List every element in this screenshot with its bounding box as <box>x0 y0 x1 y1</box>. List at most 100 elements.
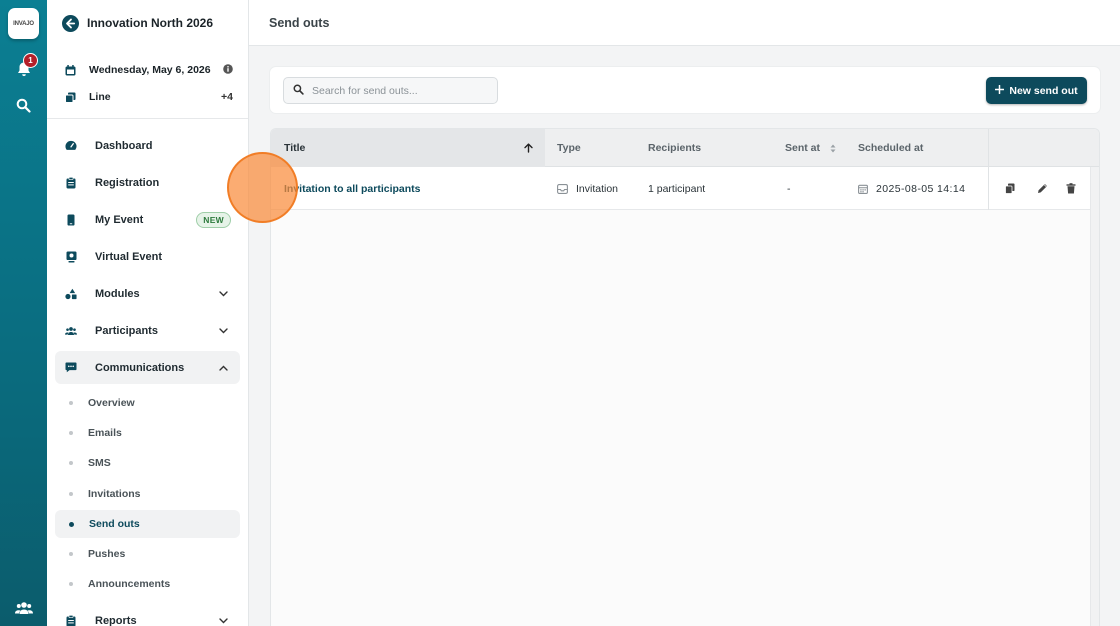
inbox-icon <box>557 183 568 194</box>
line-label: Line <box>89 91 111 103</box>
table-row[interactable]: Invitation to all participants Invitatio… <box>271 167 1099 210</box>
bullet <box>69 431 73 435</box>
event-header: Innovation North 2026 <box>62 13 213 33</box>
bullet <box>69 492 73 496</box>
copy-icon[interactable] <box>1003 181 1017 195</box>
column-label: Title <box>284 142 306 154</box>
nav-label: Dashboard <box>95 139 153 152</box>
search-box[interactable] <box>283 77 498 104</box>
subnav-label: Overview <box>88 397 135 409</box>
page-title: Send outs <box>269 16 330 30</box>
nav-item-communications[interactable]: Communications <box>55 351 240 384</box>
users-icon[interactable] <box>14 598 33 617</box>
column-header-scheduled-at[interactable]: Scheduled at <box>858 129 923 167</box>
chevron-down-icon <box>218 289 228 299</box>
nav-label: Modules <box>95 287 140 300</box>
sent-at-value: - <box>787 182 791 195</box>
subnav-item-overview[interactable]: Overview <box>55 389 240 417</box>
pencil-icon[interactable] <box>1035 181 1049 195</box>
cell-type: Invitation <box>557 167 618 210</box>
nav-label: Virtual Event <box>95 250 163 263</box>
subnav-item-pushes[interactable]: Pushes <box>55 540 240 568</box>
search-input[interactable] <box>312 84 482 97</box>
sidebar: Innovation North 2026 Wednesday, May 6, … <box>47 0 249 626</box>
chevron-up-icon <box>218 363 228 373</box>
divider <box>47 118 248 119</box>
event-title: Innovation North 2026 <box>87 16 214 30</box>
toolbar-card: New send out <box>270 67 1100 113</box>
arrow-up-icon[interactable] <box>524 143 533 153</box>
subnav-item-sms[interactable]: SMS <box>55 449 240 477</box>
gauge-icon <box>65 140 77 152</box>
nav-item-participants[interactable]: Participants <box>55 314 240 347</box>
column-label: Sent at <box>785 142 821 154</box>
column-header-type[interactable]: Type <box>557 129 581 167</box>
cell-recipients: 1 participant <box>648 167 705 210</box>
new-badge: NEW <box>196 211 231 228</box>
plus-icon <box>995 84 1005 97</box>
subnav-label: Announcements <box>88 578 171 590</box>
virtual-screen-icon <box>65 251 77 263</box>
bullet <box>69 401 73 405</box>
new-send-out-button[interactable]: New send out <box>986 77 1087 104</box>
event-line-row[interactable]: Line +4 <box>65 89 233 105</box>
info-icon[interactable] <box>223 63 233 77</box>
column-label: Recipients <box>648 142 702 154</box>
app-rail: INVAJO 1 <box>0 0 47 626</box>
topbar: Send outs <box>249 0 1120 46</box>
shapes-icon <box>65 288 77 300</box>
type-value: Invitation <box>576 182 619 195</box>
send-out-title-link[interactable]: Invitation to all participants <box>284 183 421 195</box>
scrollbar[interactable] <box>1090 167 1099 626</box>
subnav-label: Pushes <box>88 548 126 560</box>
bullet <box>69 461 73 465</box>
chevron-down-icon <box>218 326 228 336</box>
subnav-item-send-outs[interactable]: Send outs <box>55 510 240 538</box>
nav-label: Registration <box>95 176 160 189</box>
nav-label: Participants <box>95 324 158 337</box>
subnav-label: SMS <box>88 457 111 469</box>
event-date-row: Wednesday, May 6, 2026 <box>65 62 233 78</box>
column-label: Type <box>557 142 581 154</box>
line-extra-count: +4 <box>221 91 233 103</box>
cell-scheduled-at: 2025-08-05 14:14 <box>858 167 965 210</box>
column-header-recipients[interactable]: Recipients <box>648 129 701 167</box>
subnav-item-invitations[interactable]: Invitations <box>55 480 240 508</box>
nav-item-my-event[interactable]: My Event NEW <box>55 203 240 236</box>
report-icon <box>65 614 77 626</box>
subnav-label: Invitations <box>88 488 141 500</box>
subnav-label: Emails <box>88 427 122 439</box>
app-logo[interactable]: INVAJO <box>8 8 39 39</box>
phone-icon <box>65 214 77 226</box>
nav-label: Communications <box>95 361 185 374</box>
back-arrow-icon[interactable] <box>62 14 79 32</box>
users-icon <box>65 325 77 337</box>
nav-item-virtual-event[interactable]: Virtual Event <box>55 240 240 273</box>
nav-label: My Event <box>95 213 144 226</box>
recipients-value: 1 participant <box>648 182 706 195</box>
calendar-icon <box>858 184 868 194</box>
nav-item-registration[interactable]: Registration <box>55 166 240 199</box>
column-header-sent-at[interactable]: Sent at <box>785 129 836 167</box>
calendar-icon <box>65 64 76 76</box>
bullet <box>69 582 73 586</box>
send-outs-table: Title Type Recipients Sent at Scheduled … <box>270 128 1100 626</box>
subnav-item-emails[interactable]: Emails <box>55 419 240 447</box>
search-icon[interactable] <box>14 96 33 115</box>
chevron-down-icon <box>218 616 228 626</box>
nav-item-modules[interactable]: Modules <box>55 277 240 310</box>
cell-title[interactable]: Invitation to all participants <box>284 167 421 210</box>
new-send-out-label: New send out <box>1009 84 1078 97</box>
nav-item-dashboard[interactable]: Dashboard <box>55 129 240 162</box>
bullet <box>69 521 74 527</box>
search-icon <box>293 82 304 100</box>
trash-icon[interactable] <box>1064 181 1078 195</box>
nav-label: Reports <box>95 614 137 626</box>
nav-item-reports[interactable]: Reports <box>55 604 240 626</box>
column-label: Scheduled at <box>858 142 924 154</box>
clipboard-icon <box>65 176 77 189</box>
subnav-item-announcements[interactable]: Announcements <box>55 570 240 598</box>
sort-icon[interactable] <box>830 144 836 153</box>
column-header-title[interactable]: Title <box>271 129 545 167</box>
scheduled-at-value: 2025-08-05 14:14 <box>876 182 966 195</box>
